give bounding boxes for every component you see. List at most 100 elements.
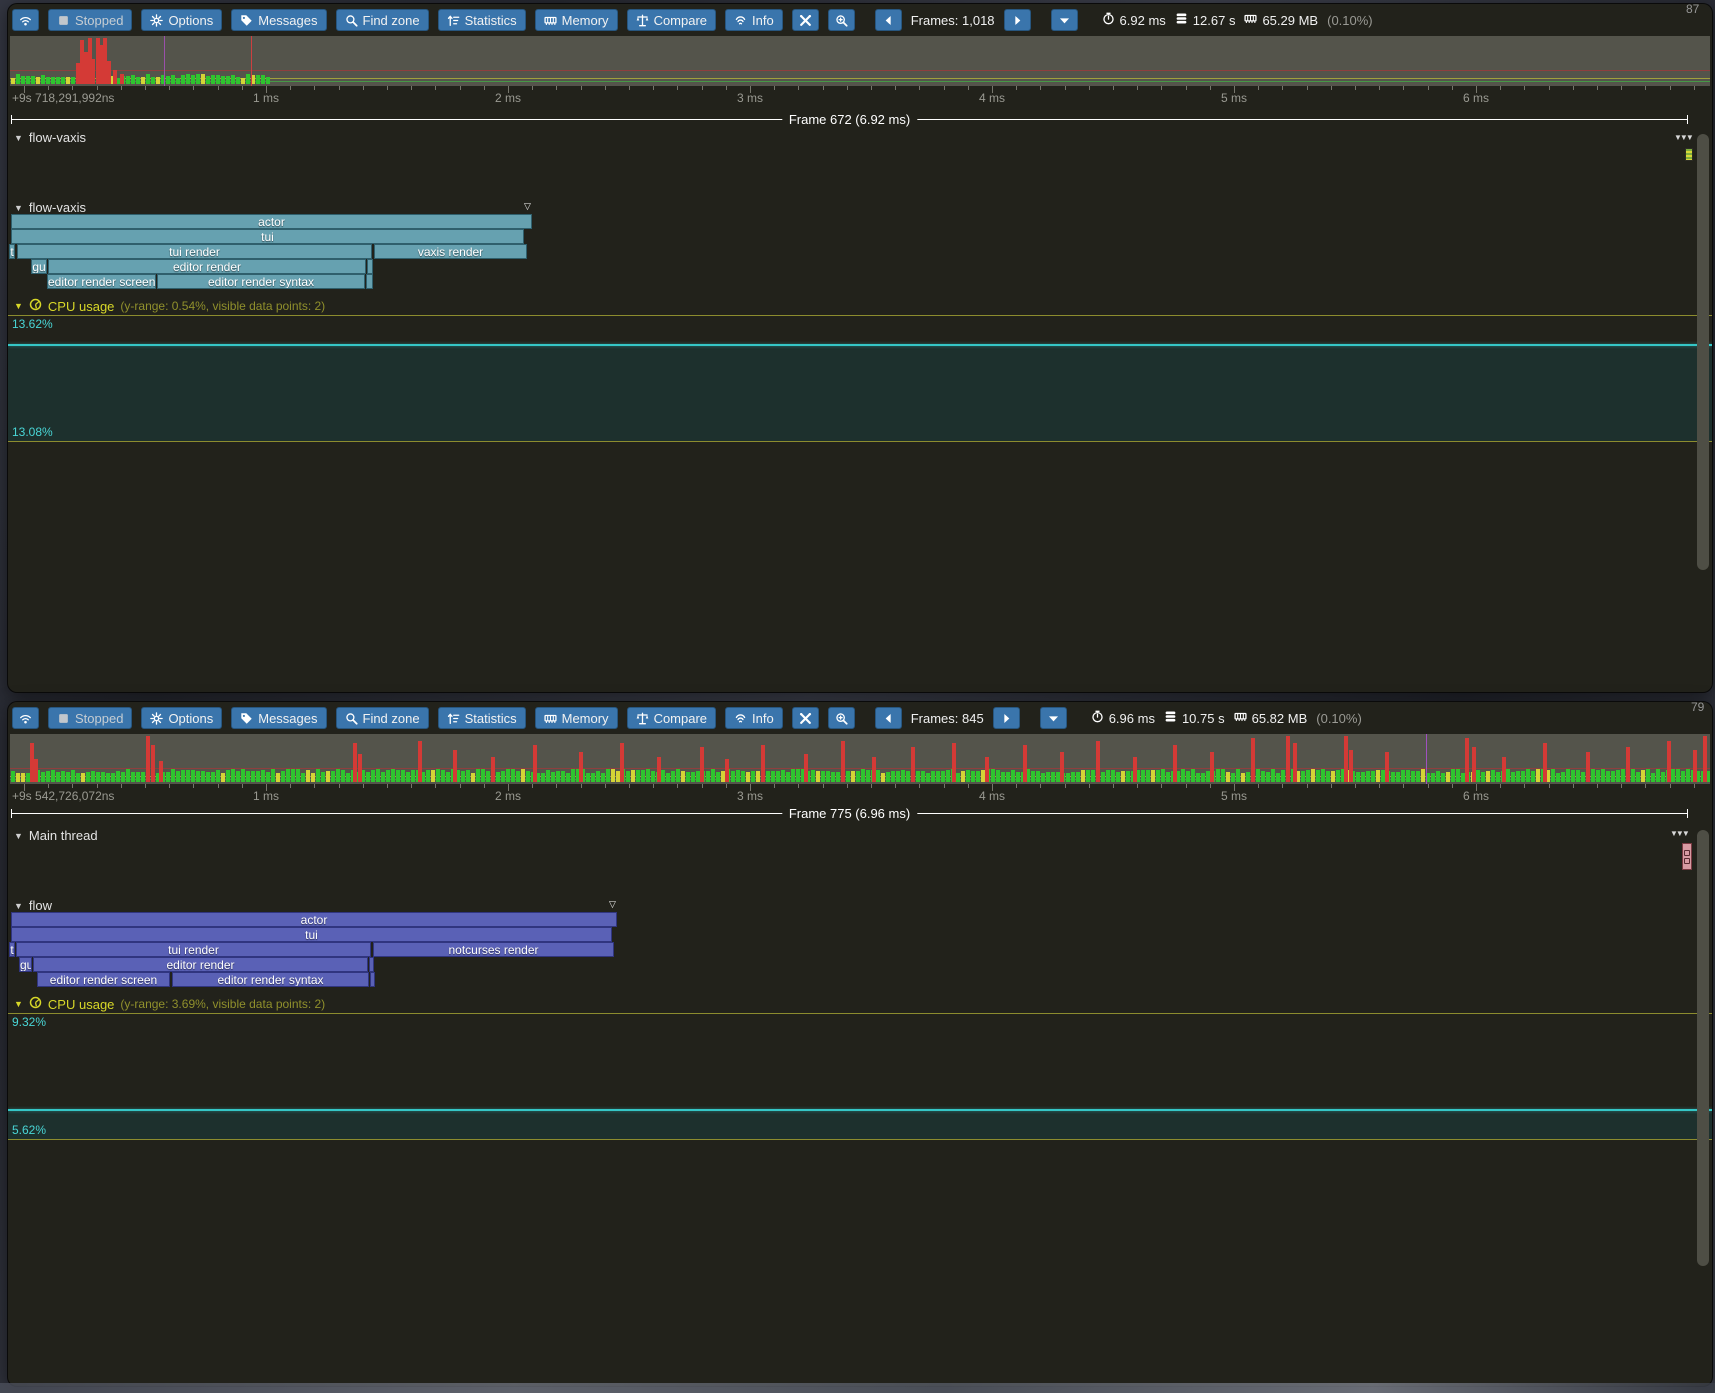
zone-bar-editor-render-screen[interactable]: editor render screen (47, 274, 156, 289)
zone-bar[interactable] (369, 957, 374, 972)
zone-bar-tui[interactable]: tui (11, 229, 524, 244)
statistics-button[interactable]: Statistics (438, 9, 526, 31)
zone-bar[interactable] (367, 259, 373, 274)
ruler-tick (363, 784, 364, 788)
compare-button[interactable]: Compare (627, 9, 716, 31)
next-frame-button[interactable] (993, 707, 1020, 729)
thread-row-main-thread[interactable]: ▼ Main thread (14, 828, 98, 843)
memory-button[interactable]: Memory (535, 707, 618, 729)
vertical-scrollbar[interactable] (1697, 830, 1709, 1266)
find-zone-button[interactable]: Find zone (336, 9, 429, 31)
connection-button[interactable] (12, 9, 39, 31)
zone-bar-editor-render-syntax[interactable]: editor render syntax (172, 972, 369, 987)
ruler-tick (48, 784, 49, 788)
frame-bar (811, 770, 815, 782)
cpu-usage-header[interactable]: ▼ CPU usage (y-range: 3.69%, visible dat… (14, 996, 325, 1012)
frame-marker-triangles[interactable]: ▼▼▼ (1674, 133, 1692, 142)
frame-target-tag[interactable] (1682, 843, 1692, 870)
prev-frame-button[interactable] (875, 707, 902, 729)
frame-bar (1651, 773, 1655, 783)
frame-bar (186, 74, 190, 84)
zone-bar-editor-render-screen[interactable]: editor render screen (37, 972, 170, 987)
frame-bar (71, 770, 75, 782)
statistics-button[interactable]: Statistics (438, 707, 526, 729)
zone-bar-gu[interactable]: gu (19, 957, 32, 972)
messages-button[interactable]: Messages (231, 707, 326, 729)
frame-bar (1366, 771, 1370, 782)
collapse-triangle-icon[interactable]: ▼ (14, 901, 23, 911)
messages-button[interactable]: Messages (231, 9, 326, 31)
frame-bar (1411, 771, 1415, 782)
memory-percent-stat: (0.10%) (1327, 13, 1373, 28)
ruler-tick (339, 86, 340, 90)
thread-row-flow-vaxis[interactable]: ▼ flow-vaxis (14, 200, 86, 215)
zone-bar[interactable] (366, 274, 373, 289)
frame-spike-bar (700, 747, 704, 782)
frame-bar (336, 769, 340, 782)
zoom-frames-button[interactable] (828, 9, 855, 31)
frame-bar (671, 771, 675, 783)
cpu-area-fill (8, 346, 1712, 441)
connection-button[interactable] (12, 707, 39, 729)
cpu-usage-header[interactable]: ▼ CPU usage (y-range: 0.54%, visible dat… (14, 298, 325, 314)
ruler-tick (944, 86, 945, 90)
next-frame-button[interactable] (1004, 9, 1031, 31)
tools-button[interactable] (792, 707, 819, 729)
options-button[interactable]: Options (141, 707, 222, 729)
frame-bar (176, 78, 180, 85)
thread-row-flow[interactable]: ▼ flow (14, 898, 52, 913)
ruler-tick (1016, 86, 1017, 90)
zoom-frames-button[interactable] (828, 707, 855, 729)
sort-icon (447, 14, 460, 27)
ruler-tick (968, 784, 969, 788)
zone-bar-gu[interactable]: gu (31, 259, 47, 274)
zone-bar-tui-render[interactable]: tui render (17, 244, 372, 259)
zone-bar-t[interactable]: t (9, 244, 15, 259)
collapse-triangle-icon[interactable]: ▼ (14, 301, 23, 311)
frames-expand-button[interactable] (1040, 707, 1067, 729)
collapse-triangle-icon[interactable]: ▼ (14, 999, 23, 1009)
frames-expand-button[interactable] (1051, 9, 1078, 31)
frame-bar (46, 77, 50, 84)
collapse-triangle-icon[interactable]: ▼ (14, 133, 23, 143)
frame-timeline[interactable] (10, 734, 1710, 784)
zone-bar-tui[interactable]: tui (11, 927, 612, 942)
zone-stack: actortuittui rendervaxis rendergueditor … (8, 214, 1712, 294)
prev-frame-button[interactable] (875, 9, 902, 31)
frame-header[interactable]: Frame 672 (6.92 ms) (782, 112, 917, 128)
ram-icon (1234, 710, 1247, 726)
zone-bar-notcurses-render[interactable]: notcurses render (373, 942, 614, 957)
zone-bar[interactable] (370, 972, 375, 987)
stopped-button[interactable]: Stopped (48, 9, 132, 31)
zone-bar-editor-render[interactable]: editor render (33, 957, 368, 972)
frame-bar (1011, 770, 1015, 783)
find-zone-button[interactable]: Find zone (336, 707, 429, 729)
options-button[interactable]: Options (141, 9, 222, 31)
frame-marker-tag[interactable] (1685, 148, 1693, 161)
compare-button[interactable]: Compare (627, 707, 716, 729)
info-button[interactable]: Info (725, 9, 783, 31)
collapse-triangle-icon[interactable]: ▼ (14, 831, 23, 841)
tools-button[interactable] (792, 9, 819, 31)
memory-button[interactable]: Memory (535, 9, 618, 31)
zone-bar-editor-render[interactable]: editor render (48, 259, 366, 274)
frame-header[interactable]: Frame 775 (6.96 ms) (782, 806, 917, 822)
frame-marker-triangles[interactable]: ▼▼▼ (1670, 829, 1688, 838)
zone-bar-t[interactable]: t (9, 942, 15, 957)
zone-bar-tui-render[interactable]: tui render (16, 942, 371, 957)
ruler-ms-label: 1 ms (253, 91, 279, 105)
frame-timeline[interactable] (10, 36, 1710, 86)
thread-row-flow-vaxis-top[interactable]: ▼ flow-vaxis (14, 130, 86, 145)
stopped-button[interactable]: Stopped (48, 707, 132, 729)
frame-bar (386, 770, 390, 783)
zone-bar-editor-render-syntax[interactable]: editor render syntax (157, 274, 365, 289)
frame-bar (1596, 770, 1600, 782)
ruler-tick (242, 784, 243, 788)
zone-bar-actor[interactable]: actor (11, 214, 532, 229)
info-button[interactable]: Info (725, 707, 783, 729)
collapse-triangle-icon[interactable]: ▼ (14, 203, 23, 213)
frame-bar (76, 773, 80, 782)
zone-bar-actor[interactable]: actor (11, 912, 617, 927)
vertical-scrollbar[interactable] (1697, 134, 1709, 570)
zone-bar-vaxis-render[interactable]: vaxis render (374, 244, 527, 259)
